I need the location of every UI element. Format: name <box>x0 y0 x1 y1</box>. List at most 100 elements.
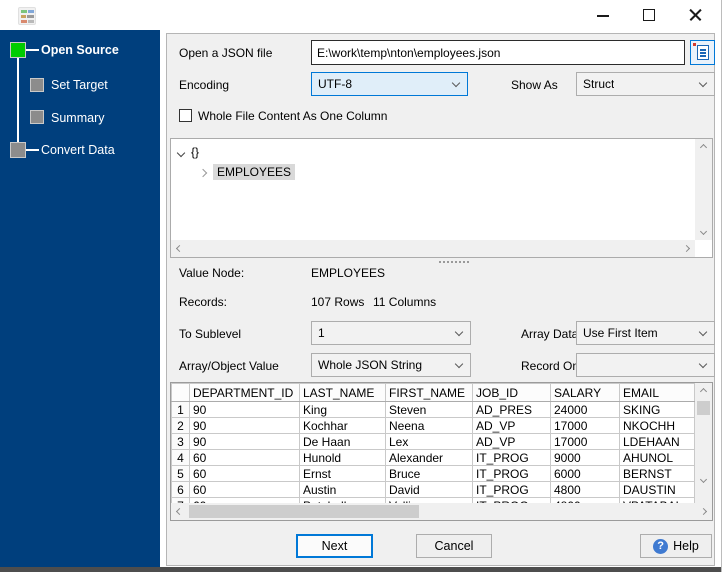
file-path-input[interactable] <box>311 40 685 65</box>
close-button[interactable] <box>678 0 712 30</box>
grid-header-cell[interactable]: JOB_ID <box>472 383 551 402</box>
grid-cell: NKOCHH <box>619 417 695 434</box>
open-source-page: Open a JSON file Encoding UTF-8 Show As … <box>166 33 715 566</box>
array-object-value-label: Array/Object Value <box>179 359 279 373</box>
table-row[interactable]: 3 90 De Haan Lex AD_VP 17000 LDEHAAN <box>171 433 695 450</box>
sidebar-item-set-target[interactable]: Set Target <box>51 78 108 92</box>
grid-cell: AD_VP <box>472 433 551 450</box>
whole-file-checkbox[interactable] <box>179 109 192 122</box>
grid-cell: David <box>385 481 473 498</box>
table-row[interactable]: 6 60 Austin David IT_PROG 4800 DAUSTIN <box>171 481 695 498</box>
row-number-cell: 4 <box>171 449 190 466</box>
table-row[interactable]: 4 60 Hunold Alexander IT_PROG 9000 AHUNOL <box>171 449 695 466</box>
row-number-cell: 2 <box>171 417 190 434</box>
grid-cell: BERNST <box>619 465 695 482</box>
grid-header-cell[interactable]: SALARY <box>550 383 620 402</box>
sidebar-item-open-source[interactable]: Open Source <box>41 43 119 57</box>
step-indicator-set-target <box>30 78 44 92</box>
grid-horizontal-scrollbar[interactable] <box>171 503 712 520</box>
grid-cell: 17000 <box>550 433 620 450</box>
scroll-right-icon[interactable] <box>699 507 708 516</box>
records-columns-value: 11 Columns <box>373 295 437 309</box>
grid-vscroll-thumb[interactable] <box>697 401 710 415</box>
grid-cell: 90 <box>189 433 300 450</box>
preview-data-grid: DEPARTMENT_ID LAST_NAME FIRST_NAME JOB_ID SA… <box>170 382 713 521</box>
array-data-label: Array Data <box>521 327 579 341</box>
grid-header-cell[interactable]: DEPARTMENT_ID <box>189 383 300 402</box>
scroll-down-icon[interactable] <box>699 475 708 484</box>
scroll-left-icon[interactable] <box>175 507 184 516</box>
encoding-select[interactable]: UTF-8 <box>311 72 468 96</box>
scroll-right-icon[interactable] <box>682 244 691 253</box>
tree-horizontal-scrollbar[interactable] <box>171 240 695 257</box>
maximize-icon <box>643 9 655 21</box>
row-number-cell: 6 <box>171 481 190 498</box>
scroll-up-icon[interactable] <box>699 143 708 152</box>
grid-cell: 60 <box>189 449 300 466</box>
help-button[interactable]: ? Help <box>640 534 712 558</box>
window-bottom-edge <box>0 567 721 572</box>
tree-vertical-scrollbar[interactable] <box>695 139 712 240</box>
records-rows-value: 107 Rows <box>311 295 365 309</box>
row-number-cell: 1 <box>171 401 190 418</box>
grid-cell: King <box>299 401 386 418</box>
to-sublevel-select[interactable]: 1 <box>311 321 471 345</box>
grid-cell: IT_PROG <box>472 449 551 466</box>
chevron-down-icon <box>454 359 464 369</box>
sidebar-item-convert-data[interactable]: Convert Data <box>41 143 115 157</box>
grid-cell: 4800 <box>550 481 620 498</box>
grid-cell: AD_VP <box>472 417 551 434</box>
grid-header-cell[interactable]: FIRST_NAME <box>385 383 473 402</box>
grid-cell: Steven <box>385 401 473 418</box>
grid-cell: 60 <box>189 481 300 498</box>
scroll-up-icon[interactable] <box>699 387 708 396</box>
cancel-button[interactable]: Cancel <box>416 534 492 558</box>
tree-node-employees-label[interactable]: EMPLOYEES <box>213 164 296 180</box>
grid-cell: 17000 <box>550 417 620 434</box>
step-connector-convert-data <box>26 149 39 151</box>
value-node-label: Value Node: <box>179 266 245 280</box>
grid-cell: 90 <box>189 401 300 418</box>
red-dot <box>693 43 696 46</box>
to-sublevel-value: 1 <box>318 326 325 340</box>
grid-cell: Ernst <box>299 465 386 482</box>
collapsed-chevron-icon[interactable] <box>198 168 208 178</box>
step-indicator-summary <box>30 110 44 124</box>
splitter-grip[interactable] <box>439 261 469 263</box>
array-data-select[interactable]: Use First Item <box>576 321 715 345</box>
show-as-label: Show As <box>511 78 558 92</box>
tree-node-root[interactable]: {} <box>176 145 199 159</box>
grid-cell: De Haan <box>299 433 386 450</box>
grid-cell: 9000 <box>550 449 620 466</box>
tree-node-root-label[interactable]: {} <box>191 145 199 159</box>
grid-header-cell[interactable] <box>171 383 190 402</box>
table-row[interactable]: 5 60 Ernst Bruce IT_PROG 6000 BERNST <box>171 465 695 482</box>
tree-node-employees[interactable]: EMPLOYEES <box>198 164 296 180</box>
show-as-select[interactable]: Struct <box>576 72 715 96</box>
maximize-button[interactable] <box>632 0 666 30</box>
array-object-value-select[interactable]: Whole JSON String <box>311 353 471 377</box>
converter-window: Open Source Set Target Summary Convert D… <box>0 0 722 572</box>
record-on-select[interactable] <box>576 353 715 377</box>
to-sublevel-label: To Sublevel <box>179 327 242 341</box>
table-row[interactable]: 1 90 King Steven AD_PRES 24000 SKING <box>171 401 695 418</box>
grid-cell: Neena <box>385 417 473 434</box>
expanded-chevron-icon[interactable] <box>176 148 186 158</box>
grid-vertical-scrollbar[interactable] <box>695 383 712 505</box>
sidebar-item-summary[interactable]: Summary <box>51 111 104 125</box>
grid-cell: LDEHAAN <box>619 433 695 450</box>
grid-cell: IT_PROG <box>472 465 551 482</box>
scroll-left-icon[interactable] <box>175 244 184 253</box>
grid-cell: SKING <box>619 401 695 418</box>
table-row[interactable]: 2 90 Kochhar Neena AD_VP 17000 NKOCHH <box>171 417 695 434</box>
minimize-button[interactable] <box>586 0 620 30</box>
wizard-step-sidebar: Open Source Set Target Summary Convert D… <box>0 30 160 567</box>
next-button[interactable]: Next <box>296 534 373 558</box>
file-label: Open a JSON file <box>179 46 273 60</box>
grid-hscroll-thumb[interactable] <box>189 505 419 518</box>
grid-header-cell[interactable]: EMAIL <box>619 383 695 402</box>
browse-file-button[interactable] <box>690 40 715 65</box>
whole-file-checkbox-label: Whole File Content As One Column <box>198 109 388 123</box>
grid-header-cell[interactable]: LAST_NAME <box>299 383 386 402</box>
scroll-down-icon[interactable] <box>699 227 708 236</box>
